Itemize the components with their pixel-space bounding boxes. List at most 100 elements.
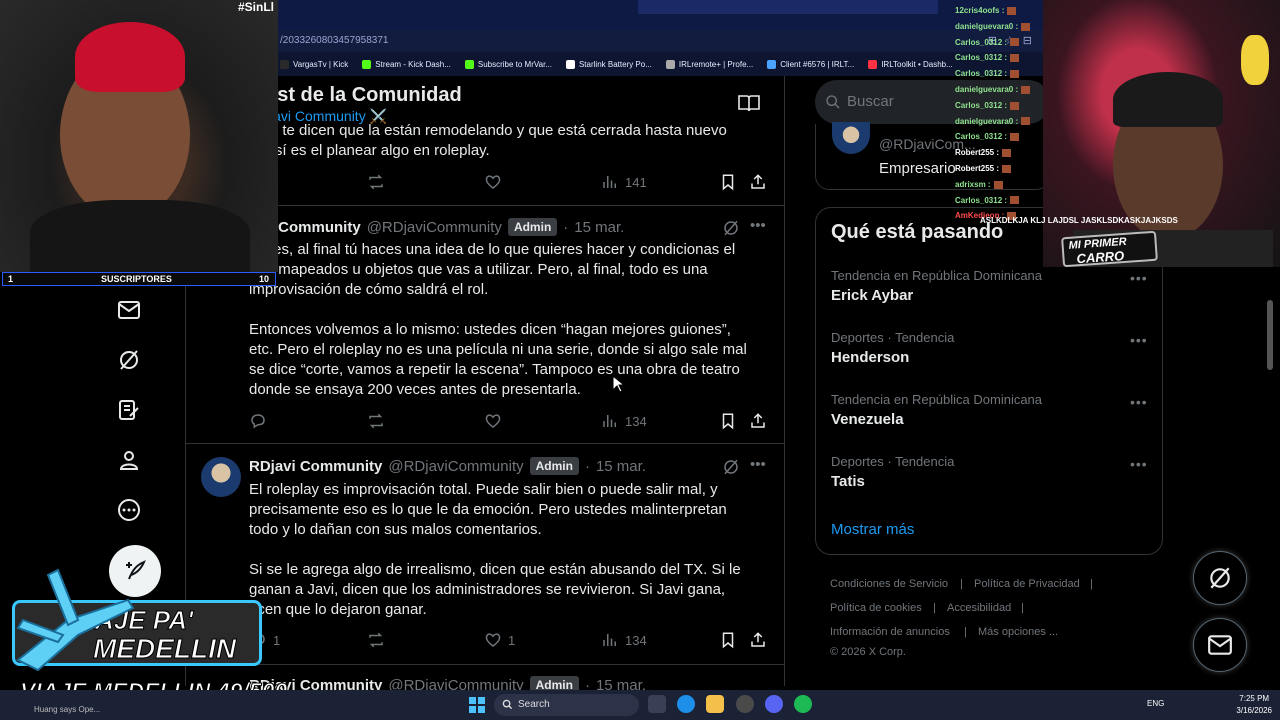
address-bar[interactable]: /2033260803457958371 ⊞☆⊟ — [278, 30, 1048, 52]
tweet-date[interactable]: 15 mar. — [574, 219, 624, 236]
bookmark-button[interactable] — [719, 173, 737, 191]
author-handle[interactable]: @RDjaviCommunity — [367, 219, 502, 236]
bookmark-item[interactable]: Stream - Kick Dash... — [362, 59, 451, 69]
bookmark-favicon-icon — [362, 59, 372, 69]
bookmark-item[interactable]: Subscribe to MrVar... — [464, 59, 552, 69]
chat-username: adrixsm : — [955, 179, 991, 189]
reply-button[interactable] — [249, 412, 267, 430]
hashtag-overlay: #SinLl — [238, 0, 275, 14]
show-more-link[interactable]: Mostrar más — [831, 521, 914, 538]
author-handle[interactable]: @RDjaviCommunity — [388, 458, 523, 475]
obs-icon[interactable] — [736, 695, 754, 713]
input-language[interactable]: ENG — [1147, 699, 1164, 708]
grok-icon[interactable] — [117, 348, 141, 372]
file-explorer-icon[interactable] — [706, 695, 724, 713]
footer-terms-link[interactable]: Condiciones de Servicio — [830, 578, 948, 590]
share-button[interactable] — [749, 631, 767, 649]
grok-icon — [1210, 567, 1230, 589]
active-tab[interactable] — [638, 0, 938, 14]
bookmark-item[interactable]: IRLremote+ | Profe... — [665, 59, 753, 69]
subscriber-goal-bar: 1 SUSCRIPTORES 10 — [2, 272, 276, 286]
footer-accessibility-link[interactable]: Accesibilidad — [947, 602, 1011, 614]
bookmark-button[interactable] — [719, 412, 737, 430]
scrollbar[interactable] — [1267, 300, 1273, 370]
repost-button[interactable] — [367, 631, 385, 649]
emote-icon — [1002, 149, 1012, 158]
trend-more-icon[interactable]: ••• — [1130, 456, 1148, 472]
avatar[interactable] — [201, 457, 241, 497]
like-button[interactable] — [484, 412, 502, 430]
reply-count: 1 — [273, 632, 281, 648]
like-button[interactable]: 1 — [484, 631, 515, 649]
tweet-date[interactable]: 15 mar. — [596, 458, 646, 475]
taskbar: Search ENG 7:25 PM 3/16/2026 — [0, 690, 1280, 720]
bookmarks-bar: VargasTv | Kick Stream - Kick Dash... Subs… — [278, 52, 1048, 76]
footer-ads-link[interactable]: Información de anuncios — [830, 626, 950, 638]
views-button[interactable]: 134 — [601, 412, 647, 430]
footer-more-options[interactable]: Más opciones ... — [978, 626, 1058, 638]
messages-icon[interactable] — [117, 298, 141, 322]
bookmark-favicon-icon — [868, 59, 878, 69]
trend-more-icon[interactable]: ••• — [1130, 270, 1148, 286]
footer-cookies-link[interactable]: Política de cookies — [830, 602, 922, 614]
shirt — [30, 200, 250, 272]
more-options-icon[interactable]: ••• — [750, 217, 766, 234]
chat-message: Carlos_0312 : — [955, 69, 1020, 78]
edge-icon[interactable] — [677, 695, 695, 713]
clock[interactable]: 7:25 PM 3/16/2026 — [1236, 693, 1272, 717]
discord-icon[interactable] — [765, 695, 783, 713]
share-button[interactable] — [749, 173, 767, 191]
trend-name[interactable]: Venezuela — [831, 411, 904, 428]
chat-message: 12cris4oofs : — [955, 6, 1017, 15]
messages-fab-button[interactable] — [1193, 618, 1247, 672]
lists-icon[interactable] — [117, 398, 141, 422]
webcam-left — [0, 0, 278, 272]
emote-icon — [1010, 133, 1020, 142]
emote-icon — [1002, 164, 1012, 173]
bookmark-button[interactable] — [719, 631, 737, 649]
trend-category[interactable]: Deportes · Tendencia — [831, 454, 954, 469]
repost-button[interactable] — [367, 173, 385, 191]
spotify-icon[interactable] — [794, 695, 812, 713]
chat-message: danielguevara0 : — [955, 22, 1031, 31]
more-icon[interactable] — [117, 498, 141, 522]
windows-start-icon[interactable] — [469, 697, 485, 713]
trend-name[interactable]: Erick Aybar — [831, 287, 913, 304]
grok-icon[interactable] — [722, 219, 740, 237]
reader-mode-icon[interactable] — [738, 94, 760, 112]
task-view-icon[interactable] — [648, 695, 666, 713]
taskbar-search[interactable]: Search — [494, 694, 639, 716]
trend-category[interactable]: Deportes · Tendencia — [831, 330, 954, 345]
bookmark-icon — [722, 413, 734, 430]
grok-fab-button[interactable] — [1193, 551, 1247, 605]
like-button[interactable] — [484, 173, 502, 191]
repost-icon — [369, 632, 383, 648]
share-button[interactable] — [749, 412, 767, 430]
trend-more-icon[interactable]: ••• — [1130, 394, 1148, 410]
chat-message: danielguevara0 : — [955, 117, 1031, 126]
bookmark-item[interactable]: VargasTv | Kick — [280, 59, 348, 69]
repost-button[interactable] — [367, 412, 385, 430]
views-button[interactable]: 134 — [601, 631, 647, 649]
banana-lamp — [1241, 35, 1269, 85]
footer-privacy-link[interactable]: Política de Privacidad — [974, 578, 1080, 590]
tweet-text: El roleplay es improvisación total. Pued… — [249, 481, 741, 618]
avatar[interactable] — [832, 122, 870, 154]
chat-overlay: 12cris4oofs : danielguevara0 : Carlos_0312… — [955, 6, 1050, 226]
views-button[interactable]: 141 — [601, 173, 647, 191]
trend-category[interactable]: Tendencia en República Dominicana — [831, 392, 1042, 407]
bookmark-item[interactable]: IRLToolkit • Dashb... — [868, 59, 953, 69]
bookmark-item[interactable]: Starlink Battery Po... — [565, 59, 652, 69]
trend-more-icon[interactable]: ••• — [1130, 332, 1148, 348]
admin-badge: Admin — [529, 457, 579, 475]
author-name[interactable]: RDjavi Community — [249, 458, 382, 475]
bookmark-item[interactable]: Client #6576 | IRLT... — [767, 59, 854, 69]
trend-name[interactable]: Henderson — [831, 349, 909, 366]
profile-icon[interactable] — [117, 448, 141, 472]
divider — [185, 664, 785, 665]
grok-icon[interactable] — [722, 458, 740, 476]
trend-category[interactable]: Tendencia en República Dominicana — [831, 268, 1042, 283]
more-options-icon[interactable]: ••• — [750, 456, 766, 473]
trend-name[interactable]: Tatis — [831, 473, 865, 490]
emote-icon — [1010, 101, 1020, 110]
